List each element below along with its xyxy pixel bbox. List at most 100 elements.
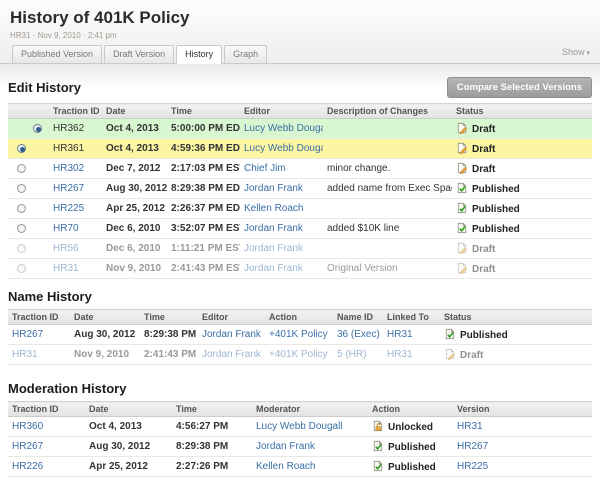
moderator-link[interactable]: Jordan Frank: [256, 441, 315, 452]
traction-id[interactable]: HR362: [53, 123, 84, 134]
edit-date: Dec 6, 2010: [106, 223, 161, 234]
name-date: Nov 9, 2010: [74, 349, 129, 360]
version-select-radio[interactable]: [17, 224, 26, 233]
moderation-history-header: Moderation History: [8, 365, 592, 396]
table-row: HR267 Aug 30, 2012 8:29:38 PM EDT Jordan…: [8, 179, 592, 199]
traction-id[interactable]: HR361: [53, 143, 84, 154]
editor-link[interactable]: Jordan Frank: [202, 329, 261, 340]
traction-id[interactable]: HR70: [53, 223, 79, 234]
table-row: HR267 Aug 30, 2012 8:29:38 PM Jordan Fra…: [8, 325, 592, 345]
linked-to-link[interactable]: HR31: [387, 329, 413, 340]
table-row: HR362 Oct 4, 2013 5:00:00 PM EDT Lucy We…: [8, 119, 592, 139]
name-history-header-row: Traction ID Date Time Editor Action Name…: [8, 310, 592, 325]
page-title: History of 401K Policy: [10, 0, 590, 28]
moderation-date: Apr 25, 2012: [89, 461, 148, 472]
status-label: Draft: [472, 144, 495, 155]
version-link[interactable]: HR225: [457, 461, 488, 472]
column-action: Action: [265, 310, 333, 325]
editor-link[interactable]: Kellen Roach: [244, 203, 303, 214]
draft-icon: [456, 162, 468, 174]
version-link[interactable]: HR267: [457, 441, 488, 452]
column-traction-id: Traction ID: [8, 310, 70, 325]
moderator-link[interactable]: Lucy Webb Dougall: [256, 421, 343, 432]
name-id-link[interactable]: 36 (Exec): [337, 329, 380, 340]
page-subtitle: HR31 · Nov 9, 2010 · 2:41 pm: [10, 31, 590, 40]
draft-icon: [456, 122, 468, 134]
traction-id[interactable]: HR226: [12, 461, 43, 472]
table-row: HR70 Dec 6, 2010 3:52:07 PM EST Jordan F…: [8, 219, 592, 239]
editor-link[interactable]: Lucy Webb Dougall: [244, 123, 323, 134]
moderation-date: Oct 4, 2013: [89, 421, 142, 432]
traction-id[interactable]: HR302: [53, 163, 84, 174]
traction-id[interactable]: HR31: [53, 263, 79, 274]
show-dropdown[interactable]: Show▾: [562, 47, 590, 57]
table-row: HR360 Oct 4, 2013 4:56:27 PM Lucy Webb D…: [8, 417, 592, 437]
moderation-history-table: Traction ID Date Time Moderator Action V…: [8, 401, 592, 477]
compare-selected-versions-button[interactable]: Compare Selected Versions: [447, 77, 592, 98]
name-action-link[interactable]: +401K Policy: [269, 329, 328, 340]
moderation-action-label: Published: [388, 462, 436, 473]
tab-graph[interactable]: Graph: [224, 45, 267, 64]
edit-time: 4:59:36 PM EDT: [171, 143, 240, 154]
traction-id[interactable]: HR267: [12, 329, 43, 340]
editor-link[interactable]: Chief Jim: [244, 163, 286, 174]
version-select-radio[interactable]: [17, 164, 26, 173]
traction-id[interactable]: HR31: [12, 349, 38, 360]
version-select-radio[interactable]: [17, 144, 26, 153]
show-label: Show: [562, 47, 585, 57]
column-time: Time: [167, 104, 240, 119]
editor-link[interactable]: Jordan Frank: [244, 223, 303, 234]
column-linked-to: Linked To: [383, 310, 440, 325]
column-moderator: Moderator: [252, 402, 368, 417]
name-history-header: Name History: [8, 279, 592, 304]
moderation-time: 8:29:38 PM: [176, 441, 228, 452]
version-select-radio[interactable]: [17, 184, 26, 193]
moderator-link[interactable]: Kellen Roach: [256, 461, 315, 472]
version-select-radio[interactable]: [17, 204, 26, 213]
status-label: Draft: [472, 264, 495, 275]
name-time: 8:29:38 PM: [144, 329, 196, 340]
table-row: HR225 Apr 25, 2012 2:26:37 PM EDT Kellen…: [8, 199, 592, 219]
editor-link[interactable]: Jordan Frank: [244, 263, 303, 274]
traction-id[interactable]: HR267: [12, 441, 43, 452]
published-icon: [444, 328, 456, 340]
editor-link[interactable]: Lucy Webb Dougall: [244, 143, 323, 154]
version-select-radio[interactable]: [17, 244, 26, 253]
editor-link[interactable]: Jordan Frank: [244, 243, 303, 254]
version-link[interactable]: HR31: [457, 421, 483, 432]
tab-draft-version[interactable]: Draft Version: [104, 45, 174, 64]
edit-time: 3:52:07 PM EST: [171, 223, 240, 234]
edit-time: 8:29:38 PM EDT: [171, 183, 240, 194]
name-action-link[interactable]: +401K Policy: [269, 349, 328, 360]
column-time: Time: [172, 402, 252, 417]
published-icon: [456, 222, 468, 234]
column-description: Description of Changes: [323, 104, 452, 119]
editor-link[interactable]: Jordan Frank: [244, 183, 303, 194]
edit-time: 2:41:43 PM EST: [171, 263, 240, 274]
traction-id[interactable]: HR56: [53, 243, 79, 254]
name-history-title: Name History: [8, 289, 92, 304]
published-icon: [456, 182, 468, 194]
edit-date: Dec 6, 2010: [106, 243, 161, 254]
editor-link[interactable]: Jordan Frank: [202, 349, 261, 360]
edit-time: 5:00:00 PM EDT: [171, 123, 240, 134]
version-select-radio[interactable]: [33, 124, 42, 133]
name-id-link[interactable]: 5 (HR): [337, 349, 366, 360]
status-label: Published: [472, 224, 520, 235]
edit-history-table: Traction ID Date Time Editor Description…: [8, 103, 592, 279]
status-label: Published: [472, 204, 520, 215]
draft-icon: [444, 348, 456, 360]
traction-id[interactable]: HR225: [53, 203, 84, 214]
edit-history-header-row: Traction ID Date Time Editor Description…: [8, 104, 592, 119]
table-row: HR267 Aug 30, 2012 8:29:38 PM Jordan Fra…: [8, 437, 592, 457]
tab-history[interactable]: History: [176, 45, 222, 64]
edit-date: Apr 25, 2012: [106, 203, 165, 214]
tab-published-version[interactable]: Published Version: [12, 45, 102, 64]
version-select-radio[interactable]: [17, 264, 26, 273]
traction-id[interactable]: HR360: [12, 421, 43, 432]
linked-to-link[interactable]: HR31: [387, 349, 413, 360]
traction-id[interactable]: HR267: [53, 183, 84, 194]
edit-date: Oct 4, 2013: [106, 143, 159, 154]
moderation-time: 4:56:27 PM: [176, 421, 228, 432]
table-row: HR31 Nov 9, 2010 2:41:43 PM Jordan Frank…: [8, 345, 592, 365]
